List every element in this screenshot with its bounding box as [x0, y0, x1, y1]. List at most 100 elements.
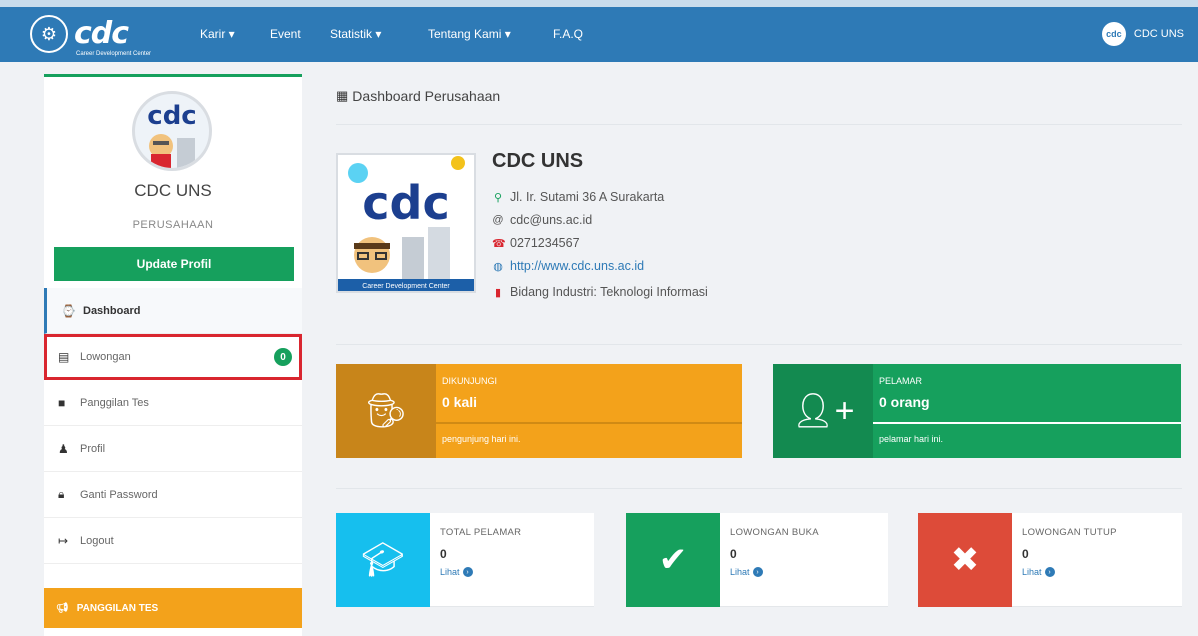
logo-caption: Career Development Center: [362, 283, 450, 290]
user-menu[interactable]: cdc CDC UNS: [1101, 22, 1184, 46]
stat-label: LOWONGAN TUTUP: [1022, 527, 1117, 538]
site-logo[interactable]: ⚙ cdc: [30, 15, 129, 53]
sidebar-item-panggilan-tes[interactable]: ■ Panggilan Tes: [44, 380, 302, 426]
company-website: ◍ http://www.cdc.uns.ac.id: [492, 259, 644, 273]
tachometer-icon: ⌚: [61, 303, 76, 318]
sidebar-item-label: Lowongan: [80, 350, 131, 363]
company-industry: ▮ Bidang Industri: Teknologi Informasi: [492, 285, 708, 299]
uns-emblem-icon: ⚙: [30, 15, 68, 53]
sidebar-item-dashboard[interactable]: ⌚ Dashboard: [44, 288, 302, 334]
comment-icon: ■: [58, 395, 66, 410]
user-name: CDC UNS: [1133, 28, 1184, 40]
stat-value: 0 orang: [879, 394, 930, 410]
sidebar-item-label: Panggilan Tes: [80, 396, 149, 409]
nav-faq[interactable]: F.A.Q: [553, 27, 583, 41]
link-label: Lihat: [440, 567, 460, 577]
th-icon: ▦: [336, 88, 349, 103]
company-name: CDC UNS: [134, 181, 212, 200]
sidebar-item-label: Logout: [80, 534, 114, 547]
map-marker-icon: ⚲: [493, 191, 503, 204]
stat-label: TOTAL PELAMAR: [440, 527, 522, 538]
phone-text: 0271234567: [510, 236, 580, 250]
sidebar-item-label: Dashboard: [83, 304, 141, 317]
arrow-circle-right-icon: ›: [752, 567, 763, 577]
sidebar-item-label: Profil: [80, 442, 106, 455]
nav-event[interactable]: Event: [270, 27, 301, 41]
panggilan-tes-panel-header[interactable]: 📢︎ PANGGILAN TES: [44, 588, 302, 628]
stat-footer: pelamar hari ini.: [879, 434, 944, 444]
nav-karir[interactable]: Karir ▾: [200, 27, 235, 41]
company-phone: ☎ 0271234567: [492, 236, 580, 250]
stat-footer: pengunjung hari ini.: [442, 434, 521, 444]
globe-icon: ◍: [493, 260, 503, 273]
sidebar-item-profil[interactable]: ♟ Profil: [44, 426, 302, 472]
email-text: cdc@uns.ac.id: [510, 213, 593, 227]
address-text: Jl. Ir. Sutami 36 A Surakarta: [510, 190, 665, 204]
top-navbar: ⚙ cdc Career Development Center Karir ▾ …: [0, 0, 1198, 62]
sidebar-item-logout[interactable]: ↦ Logout: [44, 518, 302, 564]
bullhorn-icon: 📢︎: [56, 602, 69, 614]
lock-icon: 🔒︎: [58, 487, 65, 501]
nav-tentang-kami[interactable]: Tentang Kami ▾: [428, 27, 511, 41]
stat-label: PELAMAR: [879, 376, 923, 386]
company-avatar: cdc: [132, 91, 212, 171]
stat-value: 0: [730, 547, 737, 561]
company-address: ⚲ Jl. Ir. Sutami 36 A Surakarta: [492, 190, 664, 204]
stat-label: DIKUNJUNGI: [442, 376, 498, 386]
update-profile-button[interactable]: Update Profil: [54, 247, 294, 281]
link-label: Lihat: [1022, 567, 1042, 577]
divider: [336, 344, 1182, 345]
sidebar-menu: ⌚ Dashboard ▤ Lowongan 0 ■ Panggilan Tes…: [44, 288, 302, 564]
divider: [336, 488, 1182, 489]
sidebar-item-ganti-password[interactable]: 🔒︎ Ganti Password: [44, 472, 302, 518]
link-label: Lihat: [730, 567, 750, 577]
company-logo: cdc Career Development Center: [336, 153, 476, 293]
user-secret-icon: 🕵︎: [336, 364, 436, 458]
sidebar-item-label: Ganti Password: [80, 488, 158, 501]
lihat-lowongan-buka-link[interactable]: Lihat ›: [730, 567, 763, 577]
sidebar-item-lowongan[interactable]: ▤ Lowongan 0: [44, 334, 302, 380]
logo-subtitle: Career Development Center: [76, 51, 152, 57]
stat-card-lowongan-buka: ✔ LOWONGAN BUKA 0 Lihat ›: [626, 513, 888, 607]
lowongan-count-badge: 0: [274, 348, 292, 366]
check-icon: ✔: [626, 513, 720, 607]
at-icon: @: [492, 214, 504, 226]
bookmark-icon: ▮: [494, 286, 502, 299]
user-plus-icon: 👤︎+: [773, 364, 873, 458]
page-title-text: Dashboard Perusahaan: [352, 88, 501, 104]
divider: [336, 124, 1182, 125]
industry-text: Bidang Industri: Teknologi Informasi: [510, 285, 708, 299]
website-link[interactable]: http://www.cdc.uns.ac.id: [510, 259, 644, 273]
logo-text: cdc: [362, 176, 449, 230]
lihat-total-pelamar-link[interactable]: Lihat ›: [440, 567, 473, 577]
graduation-cap-icon: 🎓︎: [336, 513, 430, 607]
company-type: PERUSAHAAN: [132, 219, 214, 231]
page-title: ▦ Dashboard Perusahaan: [336, 88, 500, 104]
stat-card-dikunjungi: 🕵︎ DIKUNJUNGI 0 kali pengunjung hari ini…: [336, 364, 742, 458]
stat-card-lowongan-tutup: ✖ LOWONGAN TUTUP 0 Lihat ›: [918, 513, 1182, 607]
company-title: CDC UNS: [492, 150, 584, 172]
company-email: @ cdc@uns.ac.id: [492, 213, 592, 227]
stat-card-pelamar: 👤︎+ PELAMAR 0 orang pelamar hari ini.: [773, 364, 1181, 458]
stat-value: 0 kali: [442, 394, 478, 410]
panggilan-tes-title: PANGGILAN TES: [76, 602, 159, 614]
times-icon: ✖: [918, 513, 1012, 607]
stat-divider: [873, 422, 1181, 424]
arrow-circle-right-icon: ›: [462, 567, 473, 577]
logo-text: cdc: [74, 16, 129, 51]
stat-value: 0: [440, 547, 447, 561]
phone-icon: ☎: [492, 237, 506, 250]
stat-value: 0: [1022, 547, 1029, 561]
file-icon: ▤: [58, 349, 70, 364]
user-icon: ♟: [58, 441, 69, 456]
sidebar-profile-card: cdc CDC UNS PERUSAHAAN Update Profil: [44, 74, 302, 288]
nav-statistik[interactable]: Statistik ▾: [330, 27, 381, 41]
sidebar: cdc CDC UNS PERUSAHAAN Update Profil ⌚ D…: [44, 74, 302, 636]
avatar-logo-text: cdc: [147, 101, 196, 131]
stat-card-total-pelamar: 🎓︎ TOTAL PELAMAR 0 Lihat ›: [336, 513, 594, 607]
user-avatar: cdc: [1101, 22, 1126, 46]
lihat-lowongan-tutup-link[interactable]: Lihat ›: [1022, 567, 1055, 577]
sign-out-icon: ↦: [58, 533, 69, 548]
stat-divider: [436, 422, 742, 424]
stat-label: LOWONGAN BUKA: [730, 527, 819, 538]
